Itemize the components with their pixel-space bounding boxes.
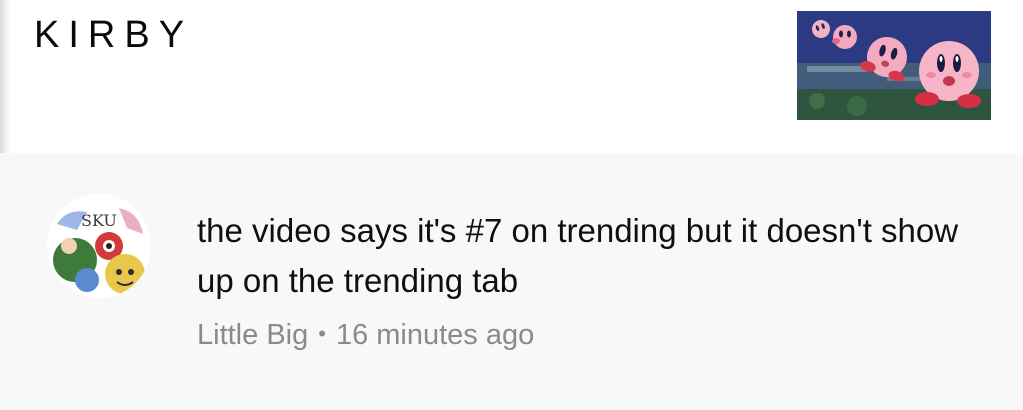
video-header: KIRBY	[0, 0, 1023, 153]
comment-text: the video says it's #7 on trending but i…	[197, 212, 959, 299]
avatar-logo-text: SKU	[81, 211, 117, 230]
comment-author[interactable]: Little Big	[197, 319, 308, 351]
kirby-thumbnail-icon	[797, 11, 991, 120]
comment-timestamp: 16 minutes ago	[335, 319, 535, 351]
video-thumbnail[interactable]	[797, 11, 991, 120]
user-avatar-icon[interactable]: SKU	[47, 194, 151, 298]
video-title: KIRBY	[34, 14, 194, 56]
avatar-art: SKU	[47, 194, 151, 298]
page: KIRBY SKU the video says it's #7 on tren…	[0, 0, 1023, 410]
comment-meta: Little Big • 16 minutes ago	[197, 319, 534, 352]
meta-separator: •	[318, 321, 326, 346]
